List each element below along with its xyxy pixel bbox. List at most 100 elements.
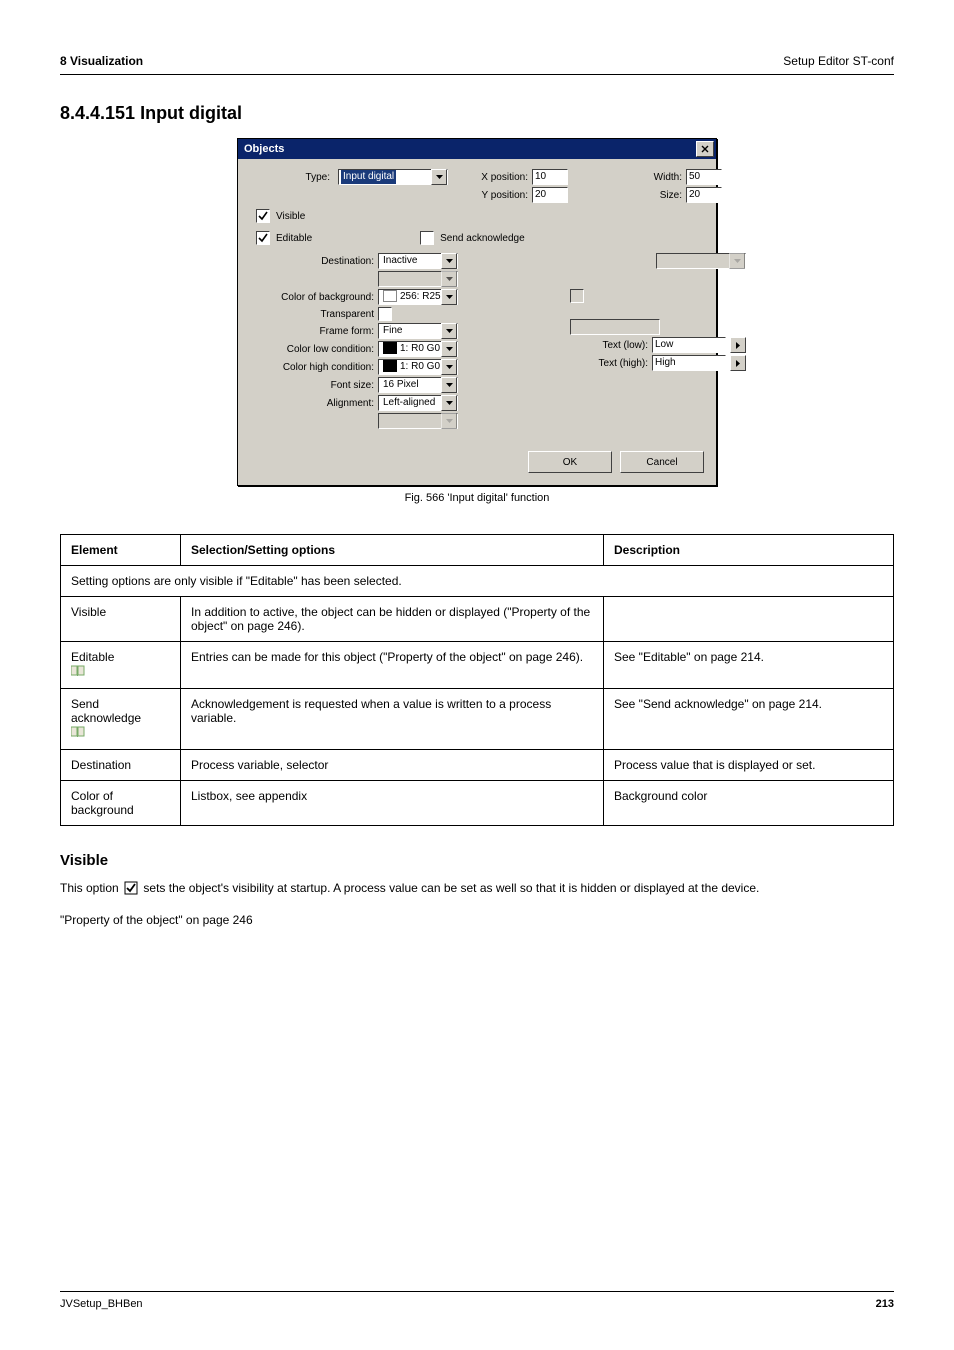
cell-editable-label: Editable (61, 642, 181, 689)
para1b: sets the object's visibility at startup.… (143, 881, 759, 895)
lowc-label: Color low condition: (250, 344, 374, 355)
width-value: 50 (689, 170, 700, 184)
visible-checkbox[interactable] (256, 209, 270, 223)
header-right: Setup Editor ST-conf (783, 54, 894, 68)
extra-combo (378, 413, 458, 429)
cell-sendack-label: Send acknowledge (61, 689, 181, 750)
close-button[interactable] (696, 141, 714, 157)
type-label: Type: (250, 172, 334, 183)
cell-editable-opts: Entries can be made for this object ("Pr… (181, 642, 604, 689)
header-left: 8 Visualization (60, 54, 143, 68)
size-value: 20 (689, 188, 700, 202)
body-paragraph-2: "Property of the object" on page 246 (60, 911, 894, 930)
visible-heading: Visible (60, 852, 894, 869)
highc-label: Color high condition: (250, 362, 374, 373)
align-value: Left-aligned (381, 396, 437, 410)
editable-label: Editable (276, 233, 312, 244)
footer-right: 213 (876, 1298, 894, 1310)
cell-editable-desc: See "Editable" on page 214. (604, 642, 894, 689)
destination-value: Inactive (381, 254, 419, 268)
frame-value: Fine (381, 324, 404, 338)
cell-bg-opts: Listbox, see appendix (181, 781, 604, 826)
th-element: Element (61, 535, 181, 566)
cell-visible-label: Visible (61, 597, 181, 642)
figure: Objects Type: Input digital X position: … (60, 138, 894, 504)
lowc-combo[interactable]: 1: R0 G0 B0 (378, 341, 458, 357)
align-label: Alignment: (250, 398, 374, 409)
cell-dest-desc: Process value that is displayed or set. (604, 750, 894, 781)
th-options: Selection/Setting options (181, 535, 604, 566)
figure-caption: Fig. 566 'Input digital' function (405, 492, 550, 504)
cell-visible-opts: In addition to active, the object can be… (181, 597, 604, 642)
right-grey-checkbox (570, 289, 584, 303)
settings-table: Element Selection/Setting options Descri… (60, 534, 894, 826)
font-label: Font size: (250, 380, 374, 391)
highc-combo[interactable]: 1: R0 G0 B0 (378, 359, 458, 375)
texthigh-input[interactable]: High (652, 355, 726, 371)
cell-sendack-desc: See "Send acknowledge" on page 214. (604, 689, 894, 750)
footer-left: JVSetup_BHBen (60, 1298, 143, 1310)
sendack-label: Send acknowledge (440, 233, 525, 244)
xpos-value: 10 (535, 170, 546, 184)
xpos-label: X position: (466, 172, 528, 183)
destination-label: Destination: (250, 256, 374, 267)
table-row: Visible In addition to active, the objec… (61, 597, 894, 642)
size-label: Size: (642, 190, 682, 201)
close-icon (701, 145, 709, 153)
transparent-label: Transparent (250, 309, 374, 320)
cell-bg-desc: Background color (604, 781, 894, 826)
ypos-value: 20 (535, 188, 546, 202)
xpos-input[interactable]: 10 (532, 169, 568, 185)
ypos-label: Y position: (466, 190, 528, 201)
page-header: 8 Visualization Setup Editor ST-conf (60, 54, 894, 75)
cell-bg-label: Color of background (61, 781, 181, 826)
textlow-ext-button[interactable] (730, 337, 746, 353)
bg-value: 256: R255 G255 B255 (400, 291, 441, 302)
page-footer: JVSetup_BHBen 213 (60, 1291, 894, 1310)
align-combo[interactable]: Left-aligned (378, 395, 458, 411)
transparent-checkbox[interactable] (378, 307, 392, 321)
table-row: Color of background Listbox, see appendi… (61, 781, 894, 826)
font-value: 16 Pixel (381, 378, 421, 392)
destination-sub-combo[interactable] (378, 271, 458, 287)
frame-label: Frame form: (250, 326, 374, 337)
editable-checkbox[interactable] (256, 231, 270, 245)
cell-sendack-opts: Acknowledgement is requested when a valu… (181, 689, 604, 750)
table-row: Editable Entries can be made for this ob… (61, 642, 894, 689)
visible-label: Visible (276, 211, 305, 222)
lowc-value: 1: R0 G0 B0 (400, 343, 441, 354)
type-combo[interactable]: Input digital (338, 169, 448, 185)
para1a: This option (60, 881, 122, 895)
texthigh-ext-button[interactable] (730, 355, 746, 371)
cell-visible-desc (604, 597, 894, 642)
dialog-title: Objects (244, 143, 284, 155)
bg-label: Color of background: (250, 292, 374, 303)
cell-dest-label: Destination (61, 750, 181, 781)
textlow-value: Low (655, 338, 673, 352)
type-value: Input digital (341, 170, 396, 184)
width-label: Width: (642, 172, 682, 183)
texthigh-label: Text (high): (570, 358, 648, 369)
texthigh-value: High (655, 356, 676, 370)
width-input[interactable]: 50 (686, 169, 722, 185)
cell-dest-opts: Process variable, selector (181, 750, 604, 781)
section-heading: 8.4.4.151 Input digital (60, 103, 894, 124)
top-grid: Type: Input digital X position: 10 Width… (250, 169, 704, 203)
sendack-checkbox[interactable] (420, 231, 434, 245)
textlow-input[interactable]: Low (652, 337, 726, 353)
dialog-titlebar: Objects (238, 139, 716, 159)
right-empty-combo (656, 253, 746, 269)
font-combo[interactable]: 16 Pixel (378, 377, 458, 393)
objects-dialog: Objects Type: Input digital X position: … (237, 138, 717, 486)
size-input[interactable]: 20 (686, 187, 722, 203)
bg-combo[interactable]: 256: R255 G255 B255 (378, 289, 458, 305)
ok-button[interactable]: OK (528, 451, 612, 473)
ypos-input[interactable]: 20 (532, 187, 568, 203)
th-desc: Description (604, 535, 894, 566)
table-row: Destination Process variable, selector P… (61, 750, 894, 781)
inline-checkbox-icon (124, 881, 138, 901)
cancel-button[interactable]: Cancel (620, 451, 704, 473)
highc-value: 1: R0 G0 B0 (400, 361, 441, 372)
destination-combo[interactable]: Inactive (378, 253, 458, 269)
frame-combo[interactable]: Fine (378, 323, 458, 339)
